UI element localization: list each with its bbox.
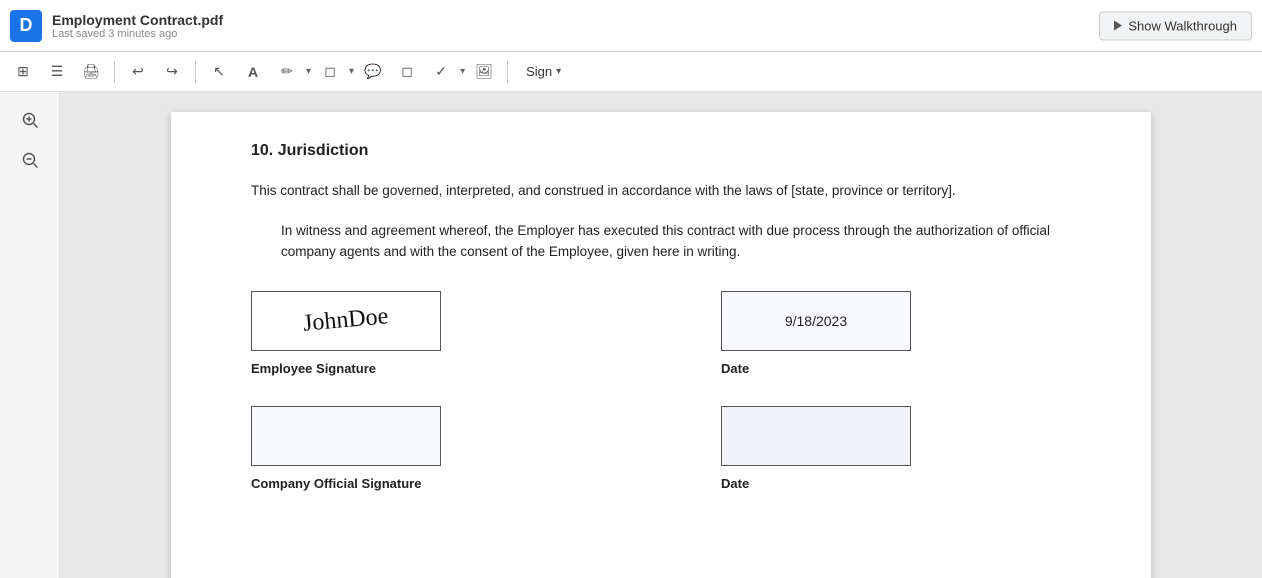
print-button[interactable]: 🖨 bbox=[76, 58, 106, 86]
show-walkthrough-button[interactable]: Show Walkthrough bbox=[1099, 11, 1252, 40]
employee-date-value: 9/18/2023 bbox=[785, 313, 847, 329]
left-sidebar bbox=[0, 92, 60, 578]
company-signature-box[interactable] bbox=[251, 406, 441, 466]
employee-signature-box[interactable]: JohnDoe bbox=[251, 291, 441, 351]
pen-button[interactable]: ✏ bbox=[272, 58, 302, 86]
company-signature-label: Company Official Signature bbox=[251, 476, 441, 491]
employee-date-box[interactable]: 9/18/2023 bbox=[721, 291, 911, 351]
sign-button[interactable]: Sign ▾ bbox=[516, 60, 571, 83]
employee-signature-value: JohnDoe bbox=[302, 304, 389, 338]
play-icon bbox=[1114, 21, 1122, 31]
highlight-button[interactable]: ◻ bbox=[315, 58, 345, 86]
check-button[interactable]: ✓ bbox=[426, 58, 456, 86]
employee-sig-group: JohnDoe Employee Signature bbox=[251, 291, 441, 376]
check-dropdown-arrow[interactable]: ▾ bbox=[460, 66, 465, 77]
zoom-out-icon bbox=[21, 151, 39, 169]
top-bar: D Employment Contract.pdf Last saved 3 m… bbox=[0, 0, 1262, 52]
company-date-label: Date bbox=[721, 476, 911, 491]
employee-signature-row: JohnDoe Employee Signature 9/18/2023 Dat… bbox=[251, 291, 1071, 376]
text-button[interactable]: A bbox=[238, 58, 268, 86]
eraser-button[interactable]: ◻ bbox=[392, 58, 422, 86]
employee-signature-label: Employee Signature bbox=[251, 361, 441, 376]
walkthrough-label: Show Walkthrough bbox=[1128, 18, 1237, 33]
comment-button[interactable]: 💬 bbox=[358, 58, 388, 86]
toolbar-divider-3 bbox=[507, 61, 508, 83]
toolbar-divider-2 bbox=[195, 61, 196, 83]
zoom-in-icon bbox=[21, 111, 39, 129]
toolbar: ⊞ ☰ 🖨 ↩ ↪ ↖ A ✏ ▾ ◻ ▾ 💬 ◻ ✓ ▾ 🖼 Sign ▾ bbox=[0, 52, 1262, 92]
list-view-button[interactable]: ☰ bbox=[42, 58, 72, 86]
image-button[interactable]: 🖼 bbox=[469, 58, 499, 86]
section-title: 10. Jurisdiction bbox=[251, 142, 1071, 160]
cursor-button[interactable]: ↖ bbox=[204, 58, 234, 86]
file-subtitle: Last saved 3 minutes ago bbox=[52, 28, 223, 40]
file-title: Employment Contract.pdf bbox=[52, 12, 223, 28]
app-logo: D bbox=[10, 10, 42, 42]
grid-view-button[interactable]: ⊞ bbox=[8, 58, 38, 86]
company-date-group: Date bbox=[721, 406, 911, 491]
company-signature-row: Company Official Signature Date bbox=[251, 406, 1071, 491]
redo-button[interactable]: ↪ bbox=[157, 58, 187, 86]
undo-button[interactable]: ↩ bbox=[123, 58, 153, 86]
employee-date-group: 9/18/2023 Date bbox=[721, 291, 911, 376]
sign-label: Sign bbox=[526, 64, 552, 79]
highlight-dropdown-arrow[interactable]: ▾ bbox=[349, 66, 354, 77]
main-layout: 10. Jurisdiction This contract shall be … bbox=[0, 92, 1262, 578]
zoom-out-button[interactable] bbox=[12, 142, 48, 178]
pen-dropdown-arrow[interactable]: ▾ bbox=[306, 66, 311, 77]
file-info: Employment Contract.pdf Last saved 3 min… bbox=[52, 12, 223, 40]
employee-date-label: Date bbox=[721, 361, 911, 376]
company-date-box[interactable] bbox=[721, 406, 911, 466]
pdf-area: 10. Jurisdiction This contract shall be … bbox=[60, 92, 1262, 578]
jurisdiction-body-text: This contract shall be governed, interpr… bbox=[251, 180, 1071, 202]
pdf-page: 10. Jurisdiction This contract shall be … bbox=[171, 112, 1151, 578]
witness-text: In witness and agreement whereof, the Em… bbox=[281, 220, 1071, 263]
toolbar-divider-1 bbox=[114, 61, 115, 83]
zoom-in-button[interactable] bbox=[12, 102, 48, 138]
sign-dropdown-arrow: ▾ bbox=[556, 66, 561, 77]
company-sig-group: Company Official Signature bbox=[251, 406, 441, 491]
